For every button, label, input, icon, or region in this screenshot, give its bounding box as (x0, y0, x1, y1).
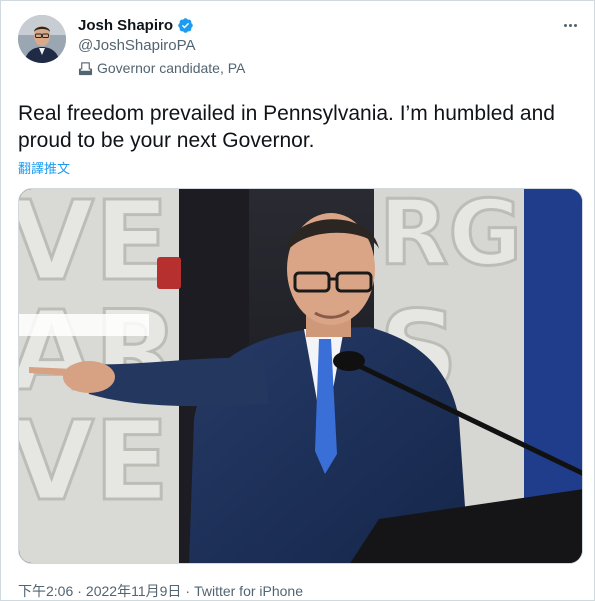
tweet-source[interactable]: Twitter for iPhone (194, 583, 303, 599)
ballot-box-icon (78, 61, 93, 75)
avatar[interactable] (18, 15, 66, 63)
tweet-card: Josh Shapiro @JoshShapiroPA Governor can… (0, 0, 595, 601)
svg-text:VE: VE (19, 397, 169, 525)
tweet-text: Real freedom prevailed in Pennsylvania. … (18, 102, 555, 152)
svg-text:RG: RG (379, 189, 522, 286)
more-options-icon[interactable] (560, 15, 580, 35)
verified-badge-icon (178, 17, 193, 33)
tweet-time[interactable]: 下午2:06 (18, 581, 73, 601)
tweet-photo[interactable]: VE AR VE RG S (18, 188, 583, 564)
author-name-row[interactable]: Josh Shapiro (78, 15, 194, 35)
tweet-date[interactable]: 2022年11月9日 (86, 581, 181, 601)
meta-separator: · (185, 583, 191, 599)
affiliation-label: Governor candidate, PA (78, 60, 245, 76)
author-handle[interactable]: @JoshShapiroPA (78, 37, 196, 54)
translate-tweet-link[interactable]: 翻譯推文 (18, 158, 70, 177)
affiliation-text: Governor candidate, PA (97, 60, 246, 76)
author-display-name[interactable]: Josh Shapiro (78, 17, 173, 34)
meta-separator: · (77, 583, 82, 599)
tweet-meta: 下午2:06 · 2022年11月9日 · Twitter for iPhone (18, 581, 303, 601)
